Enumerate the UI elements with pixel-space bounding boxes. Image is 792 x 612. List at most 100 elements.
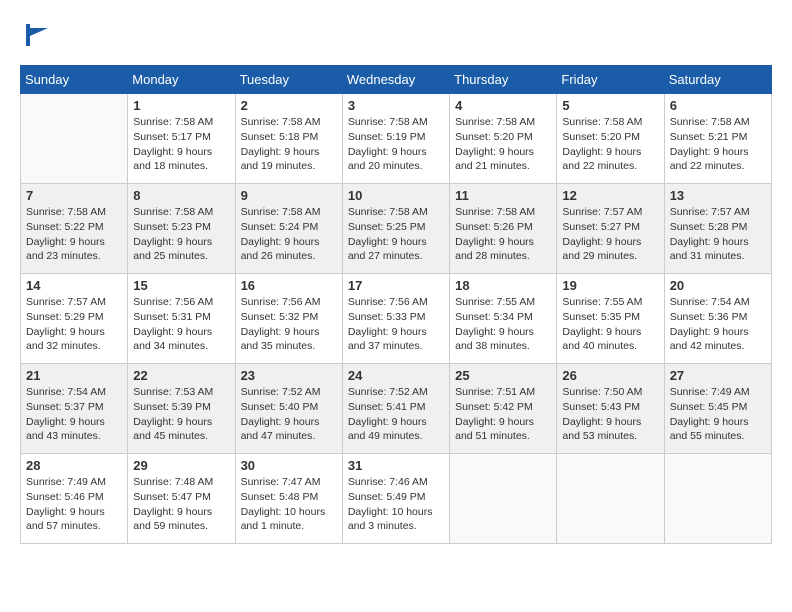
day-info: Sunrise: 7:58 AMSunset: 5:24 PMDaylight:… xyxy=(241,205,337,264)
day-number: 14 xyxy=(26,278,122,293)
calendar-week-row: 1Sunrise: 7:58 AMSunset: 5:17 PMDaylight… xyxy=(21,94,772,184)
calendar-cell xyxy=(21,94,128,184)
day-number: 1 xyxy=(133,98,229,113)
day-number: 3 xyxy=(348,98,444,113)
calendar-table: SundayMondayTuesdayWednesdayThursdayFrid… xyxy=(20,65,772,544)
calendar-cell: 28 Sunrise: 7:49 AMSunset: 5:46 PMDayligh… xyxy=(21,454,128,544)
day-info: Sunrise: 7:58 AMSunset: 5:20 PMDaylight:… xyxy=(562,115,658,174)
day-info: Sunrise: 7:49 AMSunset: 5:46 PMDaylight:… xyxy=(26,475,122,534)
calendar-header-saturday: Saturday xyxy=(664,66,771,94)
day-info: Sunrise: 7:58 AMSunset: 5:21 PMDaylight:… xyxy=(670,115,766,174)
day-info: Sunrise: 7:46 AMSunset: 5:49 PMDaylight:… xyxy=(348,475,444,534)
day-number: 28 xyxy=(26,458,122,473)
calendar-cell: 13 Sunrise: 7:57 AMSunset: 5:28 PMDayligh… xyxy=(664,184,771,274)
calendar-cell: 24 Sunrise: 7:52 AMSunset: 5:41 PMDayligh… xyxy=(342,364,449,454)
calendar-header-sunday: Sunday xyxy=(21,66,128,94)
day-number: 12 xyxy=(562,188,658,203)
day-info: Sunrise: 7:58 AMSunset: 5:26 PMDaylight:… xyxy=(455,205,551,264)
calendar-cell: 19 Sunrise: 7:55 AMSunset: 5:35 PMDayligh… xyxy=(557,274,664,364)
calendar-header-wednesday: Wednesday xyxy=(342,66,449,94)
day-info: Sunrise: 7:56 AMSunset: 5:33 PMDaylight:… xyxy=(348,295,444,354)
calendar-cell: 15 Sunrise: 7:56 AMSunset: 5:31 PMDayligh… xyxy=(128,274,235,364)
calendar-cell: 5Sunrise: 7:58 AMSunset: 5:20 PMDaylight… xyxy=(557,94,664,184)
calendar-cell: 26 Sunrise: 7:50 AMSunset: 5:43 PMDayligh… xyxy=(557,364,664,454)
calendar-cell: 10Sunrise: 7:58 AMSunset: 5:25 PMDayligh… xyxy=(342,184,449,274)
calendar-cell: 23 Sunrise: 7:52 AMSunset: 5:40 PMDayligh… xyxy=(235,364,342,454)
day-number: 6 xyxy=(670,98,766,113)
logo-flag-icon xyxy=(22,20,52,50)
day-number: 25 xyxy=(455,368,551,383)
calendar-cell: 17Sunrise: 7:56 AMSunset: 5:33 PMDayligh… xyxy=(342,274,449,364)
day-info: Sunrise: 7:53 AMSunset: 5:39 PMDaylight:… xyxy=(133,385,229,444)
day-number: 23 xyxy=(241,368,337,383)
calendar-cell: 18 Sunrise: 7:55 AMSunset: 5:34 PMDayligh… xyxy=(450,274,557,364)
day-number: 8 xyxy=(133,188,229,203)
day-info: Sunrise: 7:50 AMSunset: 5:43 PMDaylight:… xyxy=(562,385,658,444)
day-info: Sunrise: 7:55 AMSunset: 5:34 PMDaylight:… xyxy=(455,295,551,354)
day-number: 29 xyxy=(133,458,229,473)
day-number: 16 xyxy=(241,278,337,293)
calendar-week-row: 21Sunrise: 7:54 AMSunset: 5:37 PMDayligh… xyxy=(21,364,772,454)
calendar-week-row: 14Sunrise: 7:57 AMSunset: 5:29 PMDayligh… xyxy=(21,274,772,364)
calendar-header-row: SundayMondayTuesdayWednesdayThursdayFrid… xyxy=(21,66,772,94)
day-number: 31 xyxy=(348,458,444,473)
day-info: Sunrise: 7:58 AMSunset: 5:18 PMDaylight:… xyxy=(241,115,337,174)
day-info: Sunrise: 7:58 AMSunset: 5:25 PMDaylight:… xyxy=(348,205,444,264)
calendar-cell: 20 Sunrise: 7:54 AMSunset: 5:36 PMDayligh… xyxy=(664,274,771,364)
day-info: Sunrise: 7:55 AMSunset: 5:35 PMDaylight:… xyxy=(562,295,658,354)
day-info: Sunrise: 7:58 AMSunset: 5:20 PMDaylight:… xyxy=(455,115,551,174)
day-info: Sunrise: 7:47 AMSunset: 5:48 PMDaylight:… xyxy=(241,475,337,534)
day-number: 4 xyxy=(455,98,551,113)
day-info: Sunrise: 7:58 AMSunset: 5:23 PMDaylight:… xyxy=(133,205,229,264)
day-info: Sunrise: 7:58 AMSunset: 5:22 PMDaylight:… xyxy=(26,205,122,264)
calendar-cell: 25 Sunrise: 7:51 AMSunset: 5:42 PMDayligh… xyxy=(450,364,557,454)
day-info: Sunrise: 7:57 AMSunset: 5:27 PMDaylight:… xyxy=(562,205,658,264)
calendar-cell: 3Sunrise: 7:58 AMSunset: 5:19 PMDaylight… xyxy=(342,94,449,184)
day-number: 13 xyxy=(670,188,766,203)
calendar-cell: 9 Sunrise: 7:58 AMSunset: 5:24 PMDaylight… xyxy=(235,184,342,274)
calendar-cell: 29 Sunrise: 7:48 AMSunset: 5:47 PMDayligh… xyxy=(128,454,235,544)
calendar-header-monday: Monday xyxy=(128,66,235,94)
calendar-week-row: 28 Sunrise: 7:49 AMSunset: 5:46 PMDayligh… xyxy=(21,454,772,544)
day-info: Sunrise: 7:56 AMSunset: 5:31 PMDaylight:… xyxy=(133,295,229,354)
day-info: Sunrise: 7:49 AMSunset: 5:45 PMDaylight:… xyxy=(670,385,766,444)
day-number: 15 xyxy=(133,278,229,293)
day-number: 27 xyxy=(670,368,766,383)
calendar-cell: 27 Sunrise: 7:49 AMSunset: 5:45 PMDayligh… xyxy=(664,364,771,454)
calendar-cell: 7 Sunrise: 7:58 AMSunset: 5:22 PMDaylight… xyxy=(21,184,128,274)
calendar-cell: 8 Sunrise: 7:58 AMSunset: 5:23 PMDaylight… xyxy=(128,184,235,274)
day-info: Sunrise: 7:57 AMSunset: 5:28 PMDaylight:… xyxy=(670,205,766,264)
day-info: Sunrise: 7:56 AMSunset: 5:32 PMDaylight:… xyxy=(241,295,337,354)
calendar-cell xyxy=(450,454,557,544)
calendar-cell: 6 Sunrise: 7:58 AMSunset: 5:21 PMDaylight… xyxy=(664,94,771,184)
calendar-cell xyxy=(557,454,664,544)
day-number: 24 xyxy=(348,368,444,383)
calendar-cell: 22 Sunrise: 7:53 AMSunset: 5:39 PMDayligh… xyxy=(128,364,235,454)
calendar-cell: 1Sunrise: 7:58 AMSunset: 5:17 PMDaylight… xyxy=(128,94,235,184)
day-number: 7 xyxy=(26,188,122,203)
day-number: 19 xyxy=(562,278,658,293)
calendar-week-row: 7 Sunrise: 7:58 AMSunset: 5:22 PMDaylight… xyxy=(21,184,772,274)
day-number: 26 xyxy=(562,368,658,383)
day-number: 11 xyxy=(455,188,551,203)
calendar-cell: 2 Sunrise: 7:58 AMSunset: 5:18 PMDaylight… xyxy=(235,94,342,184)
day-number: 2 xyxy=(241,98,337,113)
calendar-header-friday: Friday xyxy=(557,66,664,94)
day-info: Sunrise: 7:51 AMSunset: 5:42 PMDaylight:… xyxy=(455,385,551,444)
calendar-cell: 4 Sunrise: 7:58 AMSunset: 5:20 PMDaylight… xyxy=(450,94,557,184)
day-number: 22 xyxy=(133,368,229,383)
day-info: Sunrise: 7:54 AMSunset: 5:36 PMDaylight:… xyxy=(670,295,766,354)
day-number: 20 xyxy=(670,278,766,293)
logo xyxy=(20,20,52,55)
day-info: Sunrise: 7:52 AMSunset: 5:41 PMDaylight:… xyxy=(348,385,444,444)
header xyxy=(20,20,772,55)
calendar-cell: 16 Sunrise: 7:56 AMSunset: 5:32 PMDayligh… xyxy=(235,274,342,364)
day-number: 9 xyxy=(241,188,337,203)
day-info: Sunrise: 7:48 AMSunset: 5:47 PMDaylight:… xyxy=(133,475,229,534)
day-info: Sunrise: 7:52 AMSunset: 5:40 PMDaylight:… xyxy=(241,385,337,444)
calendar-header-thursday: Thursday xyxy=(450,66,557,94)
day-info: Sunrise: 7:54 AMSunset: 5:37 PMDaylight:… xyxy=(26,385,122,444)
calendar-cell xyxy=(664,454,771,544)
day-number: 18 xyxy=(455,278,551,293)
calendar-cell: 21Sunrise: 7:54 AMSunset: 5:37 PMDayligh… xyxy=(21,364,128,454)
